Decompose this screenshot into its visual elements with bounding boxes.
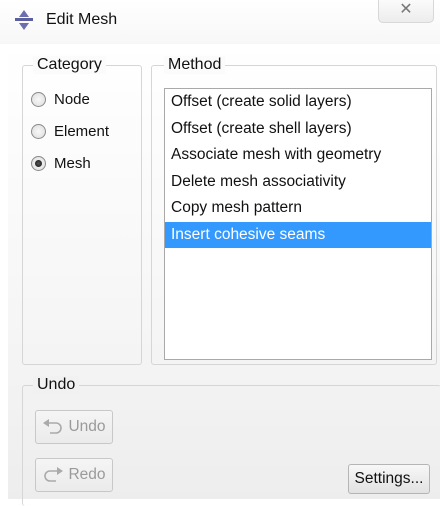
radio-element-label: Element xyxy=(54,122,110,140)
radio-node-circle[interactable] xyxy=(31,91,46,107)
list-item[interactable]: Offset (create solid layers) xyxy=(165,89,431,116)
undo-label: Undo xyxy=(68,418,106,435)
list-item-selected[interactable]: Insert cohesive seams xyxy=(165,221,431,248)
radio-mesh[interactable]: Mesh xyxy=(31,152,91,174)
radio-element-circle[interactable] xyxy=(31,123,46,139)
list-item[interactable]: Copy mesh pattern xyxy=(165,195,431,222)
radio-mesh-label: Mesh xyxy=(54,154,91,172)
undo-group: Undo Undo Redo Settings... xyxy=(22,376,440,506)
method-legend: Method xyxy=(164,56,226,74)
title-bar: Edit Mesh ✕ xyxy=(0,0,440,44)
undo-legend: Undo xyxy=(33,376,80,394)
list-item[interactable]: Associate mesh with geometry xyxy=(165,142,431,169)
category-group: Category Node Element Mesh xyxy=(22,56,142,365)
category-legend: Category xyxy=(33,56,106,74)
settings-label: Settings... xyxy=(354,470,424,487)
redo-icon xyxy=(44,467,64,482)
list-item[interactable]: Offset (create shell layers) xyxy=(165,116,431,143)
radio-node[interactable]: Node xyxy=(31,88,90,110)
method-group: Method Offset (create solid layers) Offs… xyxy=(151,56,437,365)
undo-icon xyxy=(43,419,63,434)
radio-element[interactable]: Element xyxy=(31,120,109,142)
redo-button[interactable]: Redo xyxy=(35,458,113,492)
close-button[interactable]: ✕ xyxy=(378,0,434,23)
undo-button[interactable]: Undo xyxy=(35,410,113,444)
window-title: Edit Mesh xyxy=(46,11,118,28)
list-item[interactable]: Delete mesh associativity xyxy=(165,169,431,196)
settings-button[interactable]: Settings... xyxy=(348,464,430,494)
app-icon xyxy=(15,10,33,30)
radio-node-label: Node xyxy=(54,90,90,108)
dialog-body: Category Node Element Mesh Method Offset… xyxy=(8,44,440,506)
redo-label: Redo xyxy=(68,466,106,483)
radio-mesh-circle[interactable] xyxy=(31,155,46,171)
method-list[interactable]: Offset (create solid layers) Offset (cre… xyxy=(164,88,432,360)
close-icon: ✕ xyxy=(399,1,413,18)
